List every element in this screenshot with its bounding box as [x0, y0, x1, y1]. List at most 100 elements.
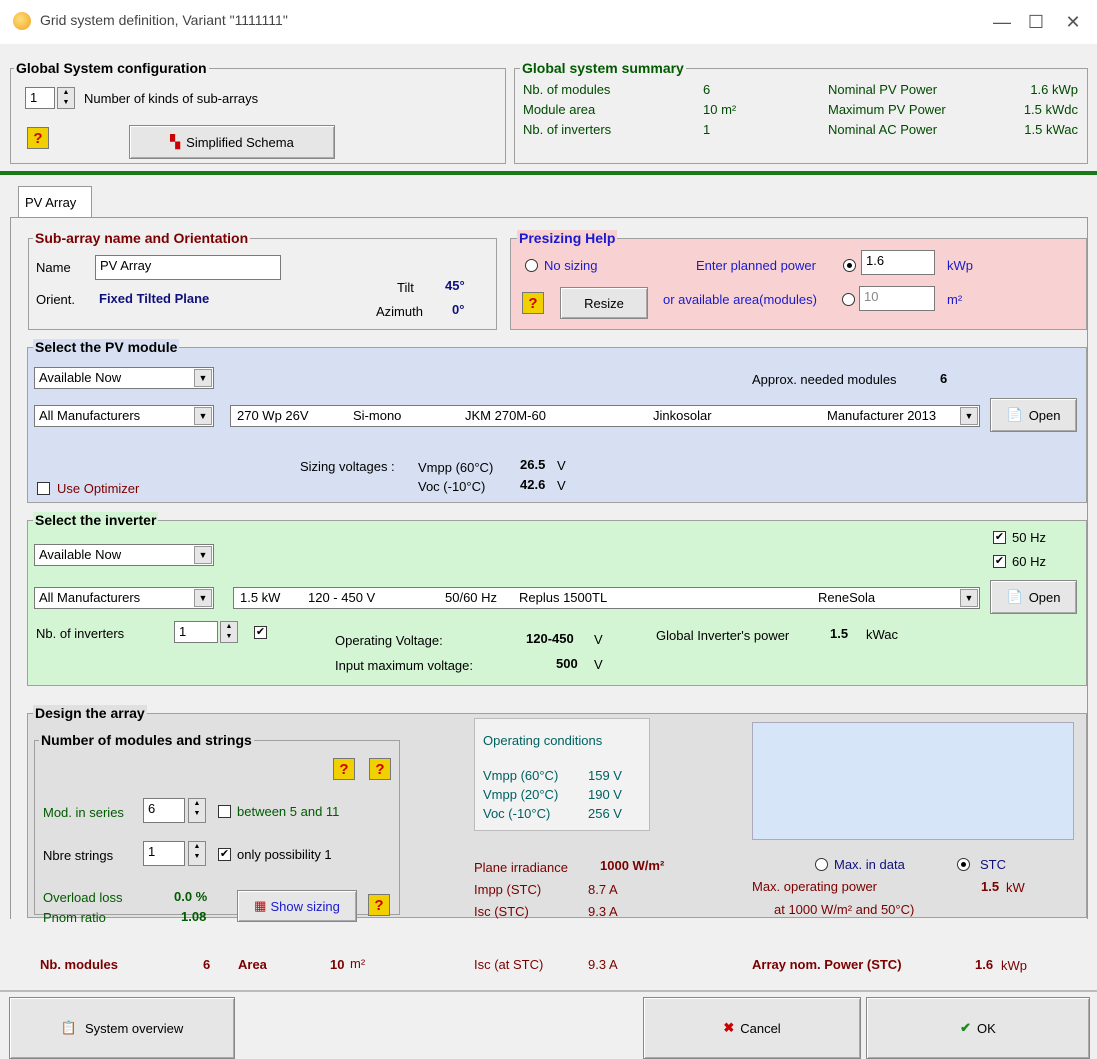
strings-title: Number of modules and strings — [39, 732, 254, 748]
hz60-label: 60 Hz — [1012, 554, 1046, 569]
inverter-title: Select the inverter — [33, 512, 159, 528]
cancel-button[interactable]: ✖ Cancel — [643, 997, 861, 1059]
chevron-down-icon: ▼ — [194, 369, 212, 387]
op-voltage-value: 120-450 — [526, 631, 574, 646]
stc-radio[interactable] — [957, 858, 970, 871]
nb-inverters-input[interactable]: 1 — [174, 621, 218, 643]
global-power-value: 1.5 — [830, 626, 849, 641]
inverter-availability-select[interactable]: Available Now ▼ — [34, 544, 214, 566]
design-area-value: 10 — [330, 957, 345, 972]
max-data-radio[interactable] — [815, 858, 828, 871]
inverter-open-button[interactable]: 📄 Open — [990, 580, 1077, 614]
sizing-help-icon[interactable]: ? — [368, 894, 390, 916]
resize-button[interactable]: Resize — [560, 287, 648, 319]
vmpp-unit: V — [557, 458, 566, 473]
op-voltage-label: Operating Voltage: — [335, 633, 443, 648]
area-radio[interactable] — [842, 293, 855, 306]
graph-panel — [752, 722, 1074, 840]
opcond-value: 190 V — [588, 787, 622, 802]
nom-power-unit: kWp — [1001, 958, 1027, 973]
nb-modules-label: Nb. modules — [40, 957, 119, 972]
tilt-label: Tilt — [397, 280, 414, 295]
strings-help-icon-2[interactable]: ? — [369, 758, 391, 780]
module-open-button[interactable]: 📄 Open — [990, 398, 1077, 432]
kinds-spinner[interactable]: ▲ ▼ — [57, 87, 75, 109]
series-hint: between 5 and 11 — [237, 804, 340, 819]
close-icon[interactable]: ✕ — [1058, 8, 1088, 36]
strings-input[interactable]: 1 — [143, 841, 185, 866]
planned-power-radio[interactable] — [843, 259, 856, 272]
document-icon: 📄 — [1006, 589, 1023, 604]
name-label: Name — [36, 260, 71, 275]
summary-label: Module area — [523, 102, 596, 117]
summary-row: Nb. of inverters 1 Nominal AC Power 1.5 kWa… — [523, 122, 1078, 142]
document-icon: 📄 — [1006, 407, 1023, 422]
in-voltage-label: Input maximum voltage: — [335, 658, 474, 673]
maxop-label: Max. operating power — [752, 879, 878, 894]
inverter-model-select[interactable]: 1.5 kW 120 - 450 V 50/60 Hz Replus 1500T… — [233, 587, 980, 609]
area-unit: m² — [947, 292, 963, 307]
tilt-value: 45° — [445, 278, 465, 293]
subarray-group — [28, 238, 497, 330]
presizing-help-icon[interactable]: ? — [522, 292, 544, 314]
opcond-row: Vmpp (20°C) 190 V — [483, 787, 643, 806]
summary-label2: Nominal AC Power — [828, 122, 938, 137]
inverter-manufacturer-select[interactable]: All Manufacturers ▼ — [34, 587, 214, 609]
system-overview-button[interactable]: 📋 System overview — [9, 997, 235, 1059]
hz50-checkbox[interactable]: ✔ — [993, 531, 1006, 544]
opcond-title: Operating conditions — [483, 733, 603, 748]
sizing-voltages-label: Sizing voltages : — [300, 459, 395, 474]
area-input[interactable]: 10 — [859, 286, 935, 311]
orient-label: Orient. — [36, 292, 76, 307]
series-input[interactable]: 6 — [143, 798, 185, 823]
presizing-title: Presizing Help — [517, 230, 618, 246]
maximize-icon[interactable]: ☐ — [1021, 8, 1051, 36]
module-availability-select[interactable]: Available Now ▼ — [34, 367, 214, 389]
pnom-label: Pnom ratio — [43, 910, 106, 925]
help-icon[interactable]: ? — [27, 127, 49, 149]
strings-help-icon-1[interactable]: ? — [333, 758, 355, 780]
overload-label: Overload loss — [43, 890, 123, 905]
planned-power-label: Enter planned power — [696, 258, 816, 273]
isc-value: 9.3 A — [588, 904, 618, 919]
module-manufacturer-select[interactable]: All Manufacturers ▼ — [34, 405, 214, 427]
schema-icon: ▚ — [170, 134, 181, 149]
maxop-unit: kW — [1006, 880, 1025, 895]
opcond-table: Vmpp (60°C) 159 V Vmpp (20°C) 190 V Voc (-10… — [483, 768, 643, 825]
subarray-title: Sub-array name and Orientation — [33, 230, 251, 246]
nb-inverters-spinner[interactable]: ▲ ▼ — [220, 621, 238, 643]
summary-label: Nb. of modules — [523, 82, 611, 97]
impp-label: Impp (STC) — [474, 882, 542, 897]
no-sizing-radio[interactable] — [525, 259, 538, 272]
chevron-down-icon: ▼ — [960, 407, 978, 425]
name-input[interactable]: PV Array — [95, 255, 281, 280]
nb-inverters-checkbox[interactable]: ✔ — [254, 626, 267, 639]
design-title: Design the array — [33, 705, 147, 721]
opcond-value: 159 V — [588, 768, 622, 783]
strings-checkbox[interactable]: ✔ — [218, 848, 231, 861]
planned-power-input[interactable]: 1.6 — [861, 250, 935, 275]
ok-button[interactable]: ✔ OK — [866, 997, 1090, 1059]
strings-label: Nbre strings — [43, 848, 114, 863]
azimuth-value: 0° — [452, 302, 465, 317]
minimize-icon[interactable]: — — [987, 8, 1017, 36]
max-data-label: Max. in data — [834, 857, 905, 872]
simplified-schema-button[interactable]: ▚ Simplified Schema — [129, 125, 335, 159]
impp-value: 8.7 A — [588, 882, 618, 897]
module-model-select[interactable]: 270 Wp 26V Si-mono JKM 270M-60 Jinkosola… — [230, 405, 980, 427]
show-sizing-button[interactable]: ▦ Show sizing — [237, 890, 357, 922]
window-title: Grid system definition, Variant "1111111… — [40, 12, 288, 28]
nb-modules-value: 6 — [203, 957, 211, 972]
hz60-checkbox[interactable]: ✔ — [993, 555, 1006, 568]
series-checkbox[interactable] — [218, 805, 231, 818]
optimizer-checkbox[interactable] — [37, 482, 50, 495]
maxop-sub: at 1000 W/m² and 50°C) — [774, 902, 915, 917]
summary-table: Nb. of modules 6 Nominal PV Power 1.6 kWp Mo… — [523, 82, 1078, 142]
isc2-value: 9.3 A — [588, 957, 618, 972]
design-area-unit: m² — [350, 956, 366, 971]
series-spinner[interactable]: ▲ ▼ — [188, 798, 206, 823]
strings-spinner[interactable]: ▲ ▼ — [188, 841, 206, 866]
tab-pv-array[interactable]: PV Array — [18, 186, 92, 218]
check-icon: ✔ — [960, 1020, 972, 1035]
kinds-input[interactable]: 1 — [25, 87, 55, 109]
